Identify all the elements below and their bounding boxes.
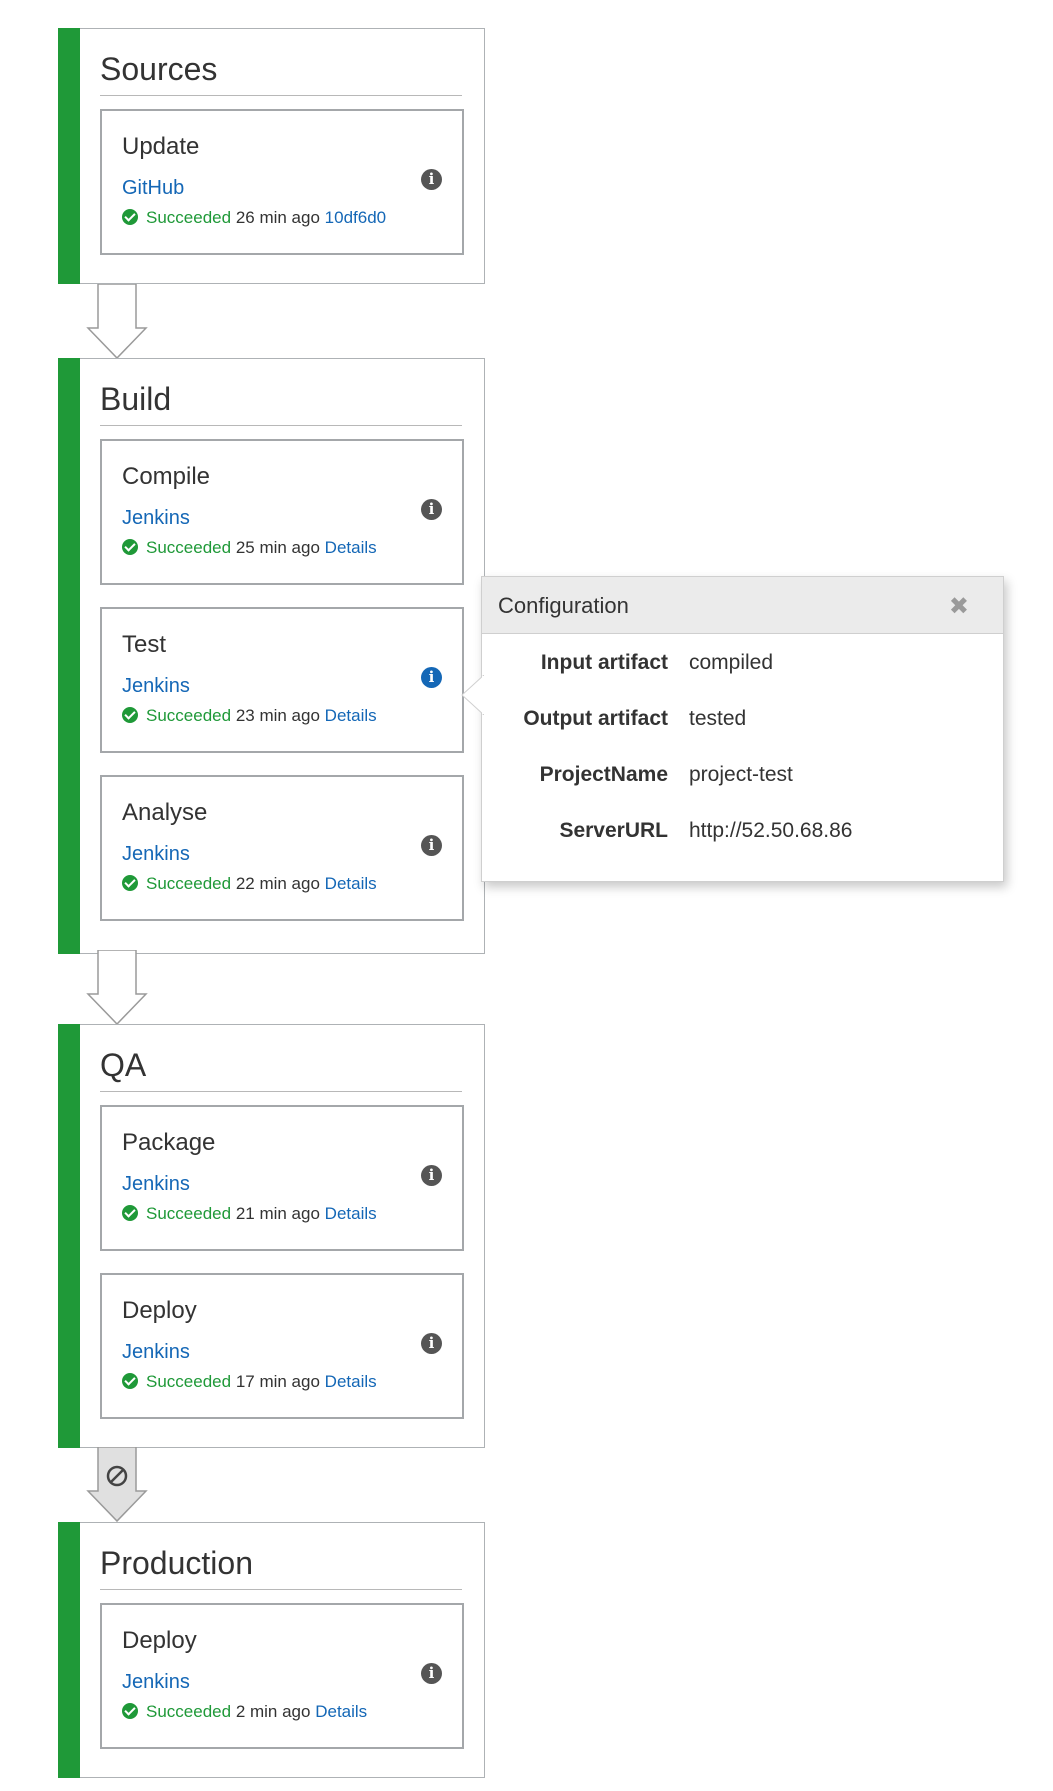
config-row: Output artifact tested <box>482 707 1003 739</box>
stage-title: Build <box>100 381 462 426</box>
action-name: Analyse <box>122 799 208 826</box>
popover-header: Configuration ✖ <box>482 577 1003 634</box>
status-line: Succeeded 23 min ago Details <box>122 706 377 726</box>
stage-status-bar <box>58 28 80 284</box>
config-value: compiled <box>689 651 774 674</box>
config-key: Input artifact <box>540 651 668 674</box>
action-name: Package <box>122 1129 216 1156</box>
details-link[interactable]: Details <box>325 538 377 557</box>
configuration-popover: Configuration ✖ Input artifact compiled … <box>461 576 1004 882</box>
details-link[interactable]: Details <box>315 1702 367 1721</box>
action-card: Package Jenkins Succeeded 21 min ago Det… <box>100 1105 464 1251</box>
config-value: http://52.50.68.86 <box>689 819 853 842</box>
status-time: 23 min ago <box>235 706 320 725</box>
stage-title: Production <box>100 1545 462 1590</box>
provider-link[interactable]: Jenkins <box>122 1341 190 1364</box>
provider-link[interactable]: Jenkins <box>122 843 190 866</box>
config-key: ServerURL <box>559 819 668 842</box>
check-circle-icon <box>122 539 138 555</box>
stage-production: Production Deploy Jenkins Succeeded 2 mi… <box>58 1522 485 1778</box>
provider-link[interactable]: Jenkins <box>122 1173 190 1196</box>
popover-title: Configuration <box>498 593 629 618</box>
info-icon[interactable]: i <box>421 835 442 856</box>
stage-status-bar <box>58 1522 80 1778</box>
stage-title: QA <box>100 1047 462 1092</box>
check-circle-icon <box>122 707 138 723</box>
action-name: Deploy <box>122 1297 197 1324</box>
provider-link[interactable]: Jenkins <box>122 1671 190 1694</box>
config-value: tested <box>689 707 747 730</box>
action-card: Update GitHub Succeeded 26 min ago 10df6… <box>100 109 464 255</box>
config-value: project-test <box>689 763 793 786</box>
stage-title: Sources <box>100 51 462 96</box>
transition-arrow[interactable] <box>86 950 148 1026</box>
stage-build: Build Compile Jenkins Succeeded 25 min a… <box>58 358 485 954</box>
status-text: Succeeded <box>146 706 232 725</box>
info-icon[interactable]: i <box>421 1663 442 1684</box>
status-line: Succeeded 25 min ago Details <box>122 538 377 558</box>
action-card: Test Jenkins Succeeded 23 min ago Detail… <box>100 607 464 753</box>
stage-sources: Sources Update GitHub Succeeded 26 min a… <box>58 28 485 284</box>
status-time: 26 min ago <box>235 208 320 227</box>
commit-link[interactable]: 10df6d0 <box>325 208 386 227</box>
status-time: 21 min ago <box>235 1204 320 1223</box>
config-row: ServerURL http://52.50.68.86 <box>482 819 1003 851</box>
config-row: Input artifact compiled <box>482 651 1003 683</box>
provider-link[interactable]: Jenkins <box>122 675 190 698</box>
stage-status-bar <box>58 358 80 954</box>
status-text: Succeeded <box>146 538 232 557</box>
info-icon[interactable]: i <box>421 1165 442 1186</box>
info-icon[interactable]: i <box>421 1333 442 1354</box>
stage-status-bar <box>58 1024 80 1448</box>
status-text: Succeeded <box>146 1204 232 1223</box>
provider-link[interactable]: Jenkins <box>122 507 190 530</box>
transition-arrow[interactable] <box>86 284 148 360</box>
status-line: Succeeded 2 min ago Details <box>122 1702 367 1722</box>
action-name: Deploy <box>122 1627 197 1654</box>
details-link[interactable]: Details <box>325 706 377 725</box>
action-card: Deploy Jenkins Succeeded 17 min ago Deta… <box>100 1273 464 1419</box>
status-line: Succeeded 22 min ago Details <box>122 874 377 894</box>
details-link[interactable]: Details <box>325 874 377 893</box>
status-text: Succeeded <box>146 1372 232 1391</box>
config-key: ProjectName <box>539 763 668 786</box>
down-arrow-icon <box>86 284 148 360</box>
check-circle-icon <box>122 1373 138 1389</box>
provider-link[interactable]: GitHub <box>122 177 184 200</box>
close-icon[interactable]: ✖ <box>949 595 969 619</box>
status-line: Succeeded 17 min ago Details <box>122 1372 377 1392</box>
status-time: 25 min ago <box>235 538 320 557</box>
info-icon[interactable]: i <box>421 499 442 520</box>
info-icon[interactable]: i <box>421 667 442 688</box>
status-text: Succeeded <box>146 1702 232 1721</box>
status-line: Succeeded 26 min ago 10df6d0 <box>122 208 386 228</box>
details-link[interactable]: Details <box>325 1204 377 1223</box>
status-text: Succeeded <box>146 874 232 893</box>
popover-pointer <box>461 675 484 715</box>
check-circle-icon <box>122 209 138 225</box>
status-time: 2 min ago <box>235 1702 311 1721</box>
config-row: ProjectName project-test <box>482 763 1003 795</box>
status-time: 22 min ago <box>235 874 320 893</box>
action-card: Deploy Jenkins Succeeded 2 min ago Detai… <box>100 1603 464 1749</box>
config-key: Output artifact <box>523 707 668 730</box>
check-circle-icon <box>122 1703 138 1719</box>
action-card: Analyse Jenkins Succeeded 22 min ago Det… <box>100 775 464 921</box>
action-name: Test <box>122 631 167 658</box>
status-line: Succeeded 21 min ago Details <box>122 1204 377 1224</box>
info-icon[interactable]: i <box>421 169 442 190</box>
action-card: Compile Jenkins Succeeded 25 min ago Det… <box>100 439 464 585</box>
status-time: 17 min ago <box>235 1372 320 1391</box>
status-text: Succeeded <box>146 208 232 227</box>
action-name: Compile <box>122 463 211 490</box>
down-arrow-icon <box>86 950 148 1026</box>
details-link[interactable]: Details <box>325 1372 377 1391</box>
check-circle-icon <box>122 1205 138 1221</box>
disabled-transition-arrow[interactable] <box>86 1447 148 1523</box>
check-circle-icon <box>122 875 138 891</box>
stage-qa: QA Package Jenkins Succeeded 21 min ago … <box>58 1024 485 1448</box>
action-name: Update <box>122 133 200 160</box>
